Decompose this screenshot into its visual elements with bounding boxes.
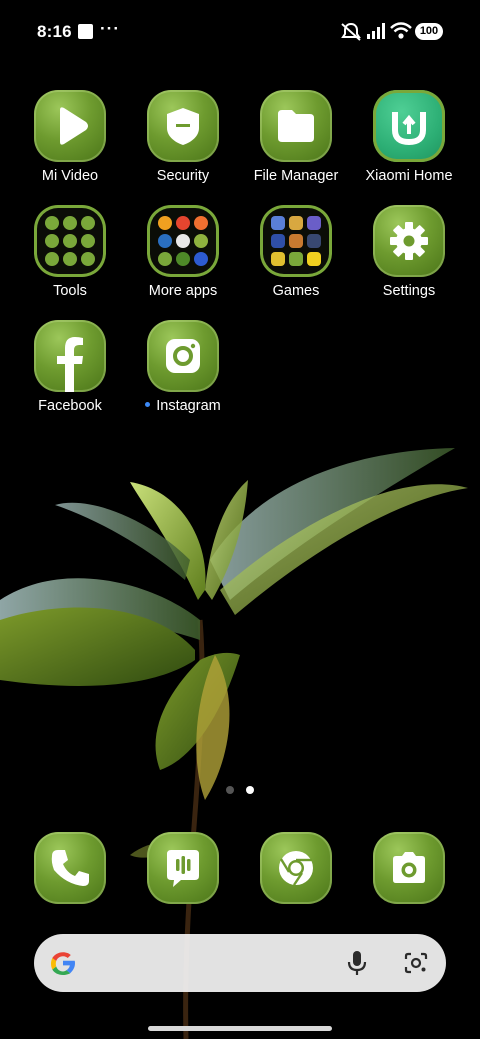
google-search-bar[interactable] [34,934,446,992]
app-label: Facebook [38,398,102,414]
mic-icon[interactable] [346,949,368,977]
more-apps-folder-icon [147,205,219,277]
wifi-icon [390,22,412,39]
shield-icon [147,90,219,162]
play-icon [34,90,106,162]
gesture-nav-bar[interactable] [148,1026,332,1031]
app-security[interactable]: Security [128,90,238,184]
app-facebook[interactable]: Facebook [15,320,125,414]
app-label: Settings [382,283,436,299]
dock-chrome[interactable] [241,832,351,904]
folder-more-apps[interactable]: More apps [128,205,238,299]
notification-icon [78,24,93,39]
app-label: Tools [53,283,87,299]
folder-icon [260,90,332,162]
app-label: Instagram [128,398,238,414]
camera-icon [373,832,445,904]
app-file-manager[interactable]: File Manager [241,90,351,184]
phone-icon [34,832,106,904]
app-mi-video[interactable]: Mi Video [15,90,125,184]
app-instagram[interactable]: Instagram [128,320,238,414]
app-label: Games [272,283,320,299]
gear-icon [373,205,445,277]
app-xiaomi-home[interactable]: Xiaomi Home [354,90,464,184]
app-label-text: Instagram [156,398,221,414]
app-settings[interactable]: Settings [354,205,464,299]
dock-messages[interactable] [128,832,238,904]
google-icon [51,952,75,975]
dock-phone[interactable] [15,832,125,904]
dock-camera[interactable] [354,832,464,904]
app-label: More apps [148,283,218,299]
folder-games[interactable]: Games [241,205,351,299]
signal-icon [367,23,385,39]
app-label: Mi Video [41,168,99,184]
silent-icon [341,22,361,41]
chrome-icon [260,832,332,904]
more-notifications-icon: ··· [100,19,120,38]
tools-folder-icon [34,205,106,277]
instagram-icon [147,320,219,392]
messages-icon [147,832,219,904]
status-bar: 8:16 ··· 100 [0,0,480,64]
page-dot-2[interactable] [246,786,254,794]
app-label: Xiaomi Home [365,168,453,184]
status-time: 8:16 [37,22,72,41]
folder-tools[interactable]: Tools [15,205,125,299]
page-dot-1[interactable] [226,786,234,794]
games-folder-icon [260,205,332,277]
app-label: File Manager [253,168,339,184]
facebook-icon [34,320,106,392]
mi-home-icon [373,90,445,162]
app-label: Security [156,168,210,184]
lens-icon[interactable] [403,951,429,975]
new-indicator-dot [145,401,151,407]
battery-icon: 100 [415,23,443,40]
